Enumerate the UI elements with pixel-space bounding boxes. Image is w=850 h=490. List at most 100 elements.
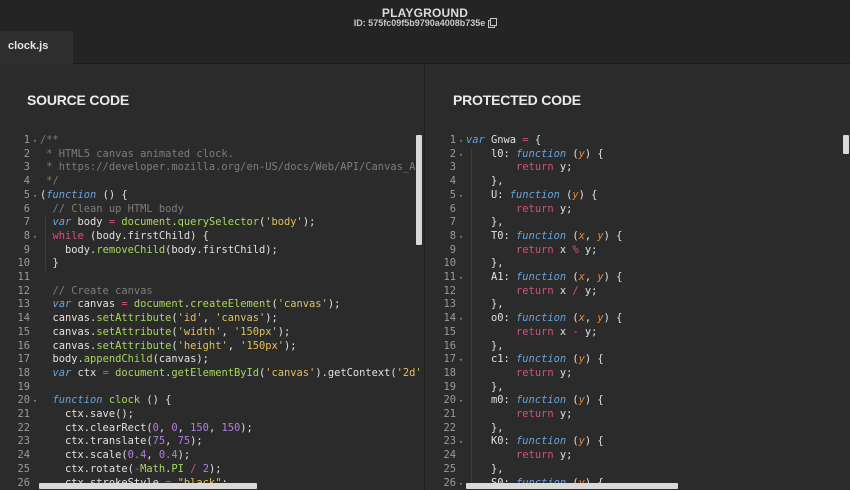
code-line[interactable]: 25 }, <box>426 463 850 477</box>
fold-arrow-icon[interactable]: ▾ <box>456 149 466 163</box>
fold-arrow-icon[interactable]: ▾ <box>456 395 466 409</box>
code-line[interactable]: 25 ctx.rotate(-Math.PI / 2); <box>0 463 424 477</box>
code-line[interactable]: 13 var canvas = document.createElement('… <box>0 298 424 312</box>
code-line[interactable]: 12 return x / y; <box>426 285 850 299</box>
fold-arrow-icon[interactable]: ▾ <box>456 478 466 490</box>
fold-arrow-icon[interactable]: ▾ <box>456 135 466 149</box>
code-line[interactable]: 7 var body = document.querySelector('bod… <box>0 216 424 230</box>
code-token: (body.firstChild) { <box>83 229 209 242</box>
fold-arrow-icon[interactable]: ▾ <box>456 231 466 245</box>
code-line[interactable]: 1 ▾/** <box>0 134 424 148</box>
code-line[interactable]: 4 */ <box>0 175 424 189</box>
code-line[interactable]: 15 return x - y; <box>426 326 850 340</box>
code-line[interactable]: 1 ▾ var Gnwa = { <box>426 134 850 148</box>
code-line[interactable]: 9 body.removeChild(body.firstChild); <box>0 244 424 258</box>
protected-horizontal-scrollbar[interactable] <box>466 483 678 489</box>
code-token: , <box>158 421 172 434</box>
code-line[interactable]: 11 ▾ A1: function (x, y) { <box>426 271 850 285</box>
code-line[interactable]: 5 ▾ (function () { <box>0 189 424 203</box>
code-line[interactable]: 11 <box>0 271 424 285</box>
code-line[interactable]: 16 }, <box>426 340 850 354</box>
code-line[interactable]: 6 return y; <box>426 203 850 217</box>
line-number: 4 <box>23 175 30 188</box>
code-line[interactable]: 20 ▾ function clock () { <box>0 394 424 408</box>
code-token: y; <box>553 366 573 379</box>
code-line[interactable]: 6 // Clean up HTML body <box>0 203 424 217</box>
code-line[interactable]: 17 body.appendChild(canvas); <box>0 353 424 367</box>
code-text: o0: function (x, y) { <box>466 312 622 324</box>
code-text: return y; <box>466 161 572 173</box>
code-line[interactable]: 19 <box>0 381 424 395</box>
protected-vertical-scrollbar[interactable] <box>843 135 849 154</box>
code-text: }, <box>466 381 504 393</box>
code-text: ctx.scale(0.4, 0.4); <box>40 449 190 461</box>
code-line[interactable]: 8 ▾ while (body.firstChild) { <box>0 230 424 244</box>
fold-arrow-icon[interactable]: ▾ <box>456 190 466 204</box>
fold-arrow-icon[interactable]: ▾ <box>456 313 466 327</box>
code-line[interactable]: 5 ▾ U: function (y) { <box>426 189 850 203</box>
code-line[interactable]: 21 ctx.save(); <box>0 408 424 422</box>
copy-icon[interactable] <box>488 18 498 28</box>
code-token: y; <box>553 202 573 215</box>
code-line[interactable]: 9 return x % y; <box>426 244 850 258</box>
code-line[interactable]: 17 ▾ c1: function (y) { <box>426 353 850 367</box>
code-token: ctx.rotate( <box>40 462 134 475</box>
code-line[interactable]: 7 }, <box>426 216 850 230</box>
code-line[interactable]: 19 }, <box>426 381 850 395</box>
code-token: return <box>466 449 554 462</box>
protected-code-editor[interactable]: 1 ▾ var Gnwa = {2 ▾ l0: function (y) {3 ret… <box>426 134 850 490</box>
line-number: 24 <box>443 449 456 462</box>
code-line[interactable]: 3 return y; <box>426 161 850 175</box>
code-line[interactable]: 2 ▾ l0: function (y) { <box>426 148 850 162</box>
code-line[interactable]: 22 }, <box>426 422 850 436</box>
source-vertical-scrollbar[interactable] <box>416 135 422 245</box>
code-line[interactable]: 18 var ctx = document.getElementById('ca… <box>0 367 424 381</box>
code-text: return x % y; <box>466 244 597 256</box>
source-code-editor[interactable]: 1 ▾/** 2 * HTML5 canvas animated clock. 3 *… <box>0 134 424 490</box>
code-line[interactable]: 14 canvas.setAttribute('id', 'canvas'); <box>0 312 424 326</box>
fold-arrow-icon[interactable]: ▾ <box>456 354 466 368</box>
code-token: * HTML5 canvas animated clock. <box>40 147 234 160</box>
code-line[interactable]: 16 canvas.setAttribute('height', '150px'… <box>0 340 424 354</box>
code-line[interactable]: 12 // Create canvas <box>0 285 424 299</box>
fold-arrow-icon[interactable]: ▾ <box>30 135 40 149</box>
code-line[interactable]: 20 ▾ m0: function (y) { <box>426 394 850 408</box>
code-token: 'body' <box>265 216 303 229</box>
code-line[interactable]: 24 ctx.scale(0.4, 0.4); <box>0 449 424 463</box>
code-token: 'canvas' <box>265 366 316 379</box>
tab-clock-js[interactable]: clock.js <box>0 31 73 64</box>
code-line[interactable]: 23 ▾ K0: function (y) { <box>426 435 850 449</box>
code-line[interactable]: 4 }, <box>426 175 850 189</box>
code-text: var body = document.querySelector('body'… <box>40 216 316 229</box>
code-line[interactable]: 10 } <box>0 257 424 271</box>
code-text: canvas.setAttribute('height', '150px'); <box>40 340 297 352</box>
line-number: 13 <box>443 298 456 311</box>
line-number: 1 <box>449 134 456 146</box>
code-text: K0: function (y) { <box>466 435 604 447</box>
code-line[interactable]: 13 }, <box>426 298 850 312</box>
fold-arrow-icon[interactable]: ▾ <box>30 190 40 204</box>
code-line[interactable]: 18 return y; <box>426 367 850 381</box>
code-token: U: <box>466 188 510 201</box>
code-token: ( <box>566 353 579 366</box>
source-horizontal-scrollbar[interactable] <box>39 483 257 489</box>
code-token: */ <box>40 175 59 188</box>
fold-arrow-icon[interactable]: ▾ <box>456 272 466 286</box>
code-line[interactable]: 14 ▾ o0: function (x, y) { <box>426 312 850 326</box>
code-line[interactable]: 15 canvas.setAttribute('width', '150px')… <box>0 326 424 340</box>
code-line[interactable]: 22 ctx.clearRect(0, 0, 150, 150); <box>0 422 424 436</box>
fold-arrow-icon[interactable]: ▾ <box>456 436 466 450</box>
code-token: 'id' <box>177 312 203 325</box>
code-line[interactable]: 24 return y; <box>426 449 850 463</box>
code-line[interactable]: 8 ▾ T0: function (x, y) { <box>426 230 850 244</box>
code-line[interactable]: 21 return y; <box>426 408 850 422</box>
line-number: 4 <box>449 175 456 188</box>
fold-arrow-icon[interactable]: ▾ <box>30 231 40 245</box>
fold-arrow-icon[interactable]: ▾ <box>30 395 40 409</box>
code-token: '150px' <box>233 325 278 338</box>
code-line[interactable]: 3 * https://developer.mozilla.org/en-US/… <box>0 161 424 175</box>
code-line[interactable]: 2 * HTML5 canvas animated clock. <box>0 148 424 162</box>
code-line[interactable]: 10 }, <box>426 257 850 271</box>
code-token: setAttribute <box>96 312 172 325</box>
code-line[interactable]: 23 ctx.translate(75, 75); <box>0 435 424 449</box>
